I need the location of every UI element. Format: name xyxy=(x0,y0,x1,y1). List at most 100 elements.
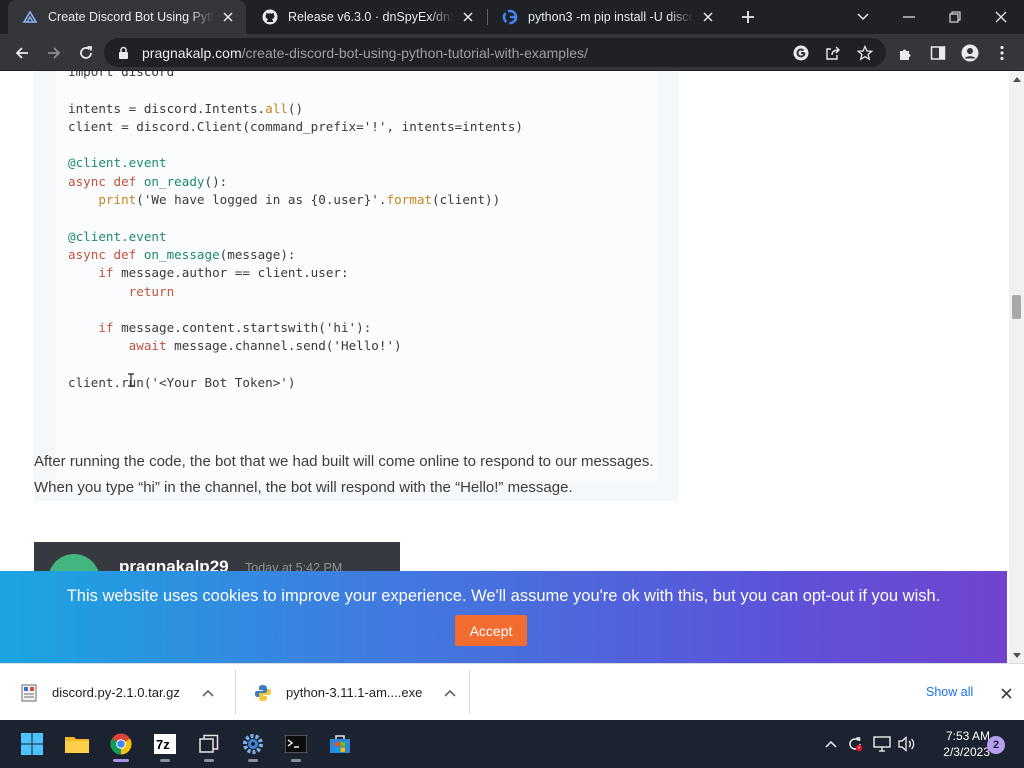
code-token: return xyxy=(128,283,175,299)
chevron-up-icon[interactable] xyxy=(442,685,458,701)
code-line: @client.event xyxy=(68,154,523,172)
tab-title: python3 -m pip install -U discord xyxy=(528,10,694,24)
tab-search-icon[interactable] xyxy=(840,0,886,34)
code-line: import discord xyxy=(68,71,523,81)
cookie-banner: This website uses cookies to improve you… xyxy=(0,571,1007,663)
restore-icon[interactable] xyxy=(932,0,978,34)
system-clock[interactable]: 7:53 AM 2/3/2023 xyxy=(924,728,990,760)
forward-icon[interactable] xyxy=(40,39,68,67)
back-icon[interactable] xyxy=(8,39,36,67)
python-installer-icon xyxy=(254,684,272,702)
code-line: intents = discord.Intents.all() xyxy=(68,100,523,118)
code-token: if xyxy=(98,320,114,336)
close-tab-icon[interactable] xyxy=(220,9,236,25)
side-panel-icon[interactable] xyxy=(924,39,952,67)
close-window-icon[interactable] xyxy=(978,0,1024,34)
accept-cookies-button[interactable]: Accept xyxy=(455,615,527,646)
close-tab-icon[interactable] xyxy=(700,9,716,25)
code-token: () xyxy=(287,100,304,116)
github-icon xyxy=(262,9,278,25)
code-line: await message.channel.send('Hello!') xyxy=(68,337,523,355)
show-hidden-icons-chevron-icon[interactable] xyxy=(820,732,842,756)
active-app-indicator xyxy=(113,759,129,762)
windows-taskbar: 7z 7:53 AM 2/3/2023 xyxy=(0,720,1024,768)
show-all-downloads-button[interactable]: Show all xyxy=(916,682,983,702)
start-icon[interactable] xyxy=(12,724,52,764)
cookie-message: This website uses cookies to improve you… xyxy=(66,587,941,605)
browser-toolbar: pragnakalp.com/create-discord-bot-using-… xyxy=(0,34,1024,71)
share-icon[interactable] xyxy=(822,42,844,64)
page-viewport: import discord intents = discord.Intents… xyxy=(0,71,1009,663)
code-line: if message.content.startswith('hi'): xyxy=(68,319,523,337)
download-separator xyxy=(235,670,236,714)
close-download-bar-icon[interactable] xyxy=(996,683,1016,703)
file-explorer-icon[interactable] xyxy=(57,724,97,764)
code-token: @client.event xyxy=(68,155,167,171)
code-token: intents = discord.Intents. xyxy=(68,100,266,116)
code-token: async def xyxy=(68,173,144,189)
code-token: all xyxy=(265,100,288,116)
store-icon[interactable] xyxy=(320,724,360,764)
code-token: @client.event xyxy=(68,228,167,244)
code-token: (client)) xyxy=(431,192,501,208)
lock-icon[interactable] xyxy=(118,45,132,61)
profile-avatar-icon[interactable] xyxy=(956,39,984,67)
extensions-icon[interactable] xyxy=(892,39,920,67)
google-icon xyxy=(502,9,518,25)
close-tab-icon[interactable] xyxy=(460,9,476,25)
download-item-python[interactable]: python-3.11.1-am....exe xyxy=(254,664,458,721)
code-token: message.author == client.user: xyxy=(113,265,349,281)
page-scrollbar[interactable] xyxy=(1009,71,1024,663)
tab-pip-install[interactable]: python3 -m pip install -U discord xyxy=(488,0,726,34)
code-line: async def on_ready(): xyxy=(68,173,523,191)
running-app-indicator xyxy=(248,759,258,762)
code-listing[interactable]: import discord intents = discord.Intents… xyxy=(68,71,523,392)
text-cursor-icon xyxy=(127,373,135,387)
scroll-up-arrow-icon[interactable] xyxy=(1009,71,1024,86)
menu-kebab-icon[interactable] xyxy=(988,39,1016,67)
address-bar[interactable]: pragnakalp.com/create-discord-bot-using-… xyxy=(104,38,886,67)
network-icon[interactable] xyxy=(871,732,893,756)
site-favicon-icon xyxy=(22,9,38,25)
bookmark-star-icon[interactable] xyxy=(854,42,876,64)
code-line: return xyxy=(68,283,523,301)
scrollbar-thumb[interactable] xyxy=(1012,295,1021,319)
7zip-icon[interactable]: 7z xyxy=(145,724,185,764)
code-token: async def xyxy=(68,246,144,262)
running-app-indicator xyxy=(291,759,301,762)
article-paragraph: After running the code, the bot that we … xyxy=(34,453,654,496)
svg-text:7z: 7z xyxy=(156,737,170,752)
chrome-icon[interactable] xyxy=(101,724,141,764)
tab-release-dnspy[interactable]: Release v6.3.0 · dnSpyEx/dnSpy · xyxy=(248,0,486,34)
code-token: import discord xyxy=(68,71,175,79)
download-filename: discord.py-2.1.0.tar.gz xyxy=(52,685,180,700)
scroll-down-arrow-icon[interactable] xyxy=(1009,648,1024,663)
url-path: /create-discord-bot-using-python-tutoria… xyxy=(241,44,588,61)
sync-error-icon[interactable] xyxy=(844,732,866,756)
new-tab-button[interactable] xyxy=(736,6,760,28)
download-item-discord[interactable]: discord.py-2.1.0.tar.gz xyxy=(20,664,216,721)
chevron-up-icon[interactable] xyxy=(200,685,216,701)
terminal-icon[interactable] xyxy=(276,724,316,764)
task-view-icon[interactable] xyxy=(189,724,229,764)
volume-icon[interactable] xyxy=(896,732,918,756)
code-token: await xyxy=(128,338,167,354)
code-token: ('We have logged in as {0.user}'. xyxy=(136,192,387,208)
code-line: print('We have logged in as {0.user}'.fo… xyxy=(68,191,523,209)
minimize-icon[interactable] xyxy=(886,0,932,34)
code-token: message.channel.send('Hello!') xyxy=(166,338,402,354)
tab-strip: Create Discord Bot Using Python Release … xyxy=(0,0,1024,34)
code-token: print xyxy=(98,192,137,208)
reload-icon[interactable] xyxy=(72,39,100,67)
tab-create-discord-bot[interactable]: Create Discord Bot Using Python xyxy=(8,0,246,34)
code-line: client = discord.Client(command_prefix='… xyxy=(68,118,523,136)
running-app-indicator xyxy=(204,759,214,762)
google-lens-icon[interactable] xyxy=(790,42,812,64)
notification-count-badge[interactable]: 2 xyxy=(987,736,1005,754)
settings-icon[interactable] xyxy=(233,724,273,764)
